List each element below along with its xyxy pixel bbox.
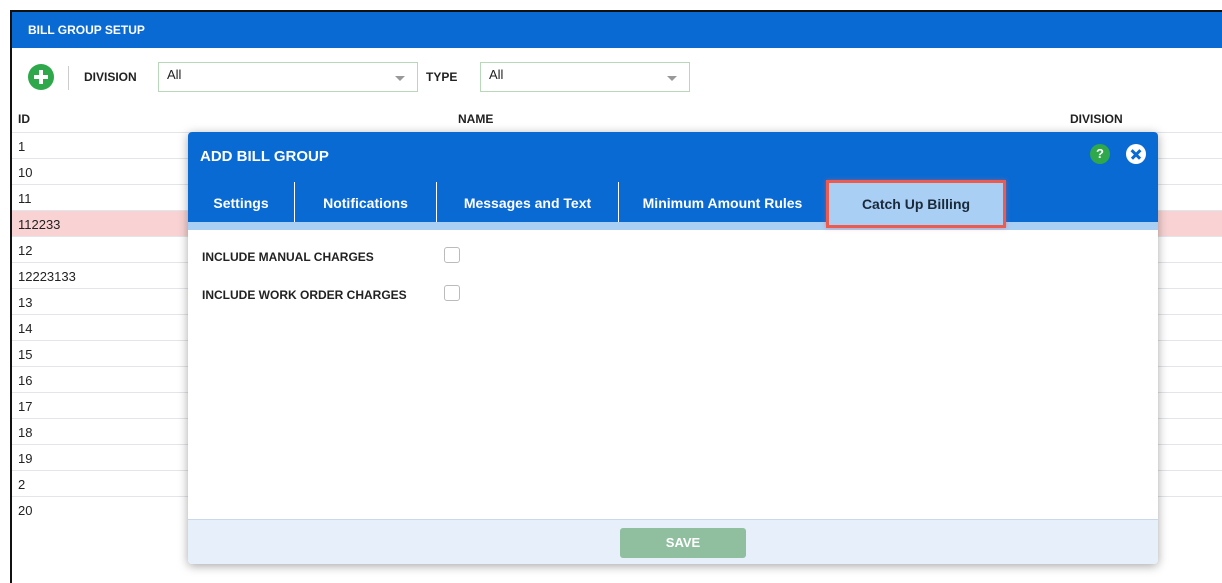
type-label: TYPE: [426, 70, 458, 84]
cell-id: 12223133: [18, 269, 76, 284]
cell-id: 10: [18, 165, 33, 180]
cell-id: 11: [18, 191, 32, 206]
tab-notifications[interactable]: Notifications: [294, 182, 436, 224]
include-manual-charges-label: INCLUDE MANUAL CHARGES: [202, 250, 374, 264]
cell-id: 12: [18, 243, 33, 258]
cell-id: 112233: [18, 217, 61, 232]
cell-id: 15: [18, 347, 33, 362]
tab-settings[interactable]: Settings: [188, 182, 294, 224]
bill-group-setup-panel: BILL GROUP SETUP DIVISION All TYPE All I…: [10, 10, 1222, 583]
column-header-division[interactable]: DIVISION: [1070, 112, 1123, 126]
cell-id: 1: [18, 139, 26, 154]
divider: [68, 66, 69, 90]
cell-id: 16: [18, 373, 33, 388]
include-manual-charges-checkbox[interactable]: [444, 247, 460, 263]
cell-id: 20: [18, 503, 33, 518]
cell-id: 2: [18, 477, 26, 492]
page-title: BILL GROUP SETUP: [12, 12, 1222, 48]
close-circle-icon[interactable]: [1126, 144, 1146, 164]
column-header-id[interactable]: ID: [18, 112, 30, 126]
division-select-value: All: [167, 67, 182, 82]
division-select[interactable]: All: [158, 62, 418, 92]
cell-id: 19: [18, 451, 33, 466]
chevron-down-icon: [667, 76, 677, 81]
type-select-value: All: [489, 67, 504, 82]
plus-circle-icon[interactable]: [28, 64, 54, 90]
chevron-down-icon: [395, 76, 405, 81]
cell-id: 14: [18, 321, 33, 336]
cell-id: 18: [18, 425, 33, 440]
include-work-order-charges-label: INCLUDE WORK ORDER CHARGES: [202, 288, 407, 302]
cell-id: 17: [18, 399, 33, 414]
tab-strip: [188, 222, 1158, 230]
cell-id: 13: [18, 295, 33, 310]
include-work-order-charges-checkbox[interactable]: [444, 285, 460, 301]
dialog-footer: SAVE: [188, 519, 1158, 564]
grid-header: ID NAME DIVISION: [12, 104, 1222, 132]
tab-messages-and-text[interactable]: Messages and Text: [436, 182, 618, 224]
division-label: DIVISION: [84, 70, 137, 84]
type-select[interactable]: All: [480, 62, 690, 92]
filter-row: DIVISION All TYPE All: [12, 60, 1222, 96]
tab-minimum-amount-rules[interactable]: Minimum Amount Rules: [618, 182, 826, 224]
help-icon[interactable]: ?: [1090, 144, 1110, 164]
column-header-name[interactable]: NAME: [458, 112, 493, 126]
add-bill-group-dialog: ADD BILL GROUP ? Settings Notifications …: [188, 132, 1158, 564]
dialog-title: ADD BILL GROUP: [200, 148, 329, 165]
save-button[interactable]: SAVE: [620, 528, 746, 558]
tab-catch-up-billing[interactable]: Catch Up Billing: [826, 180, 1006, 228]
